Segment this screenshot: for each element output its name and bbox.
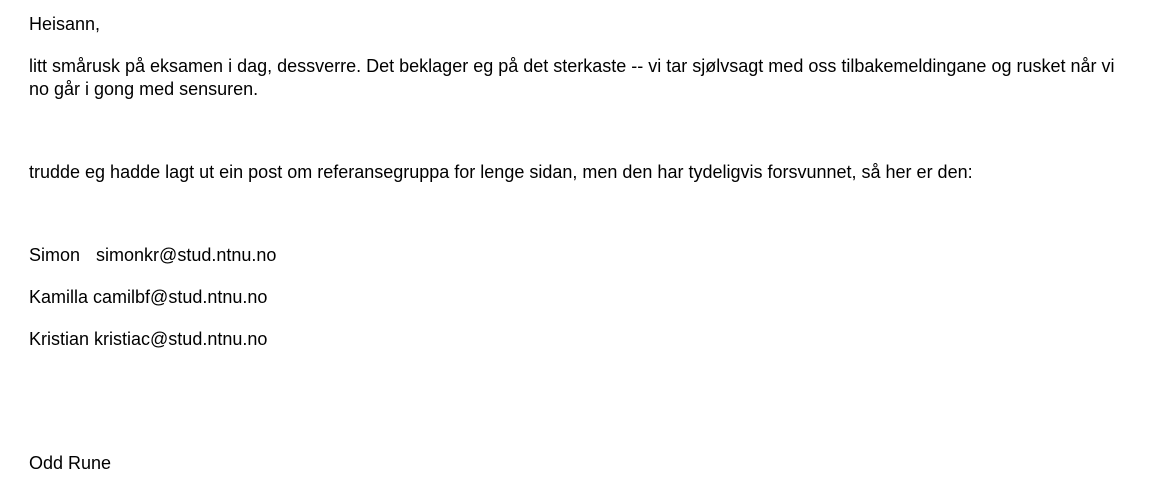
contact-name: Kamilla — [29, 287, 89, 307]
contact-kamilla: Kamilla camilbf@stud.ntnu.no — [29, 286, 267, 309]
contact-email: camilbf@stud.ntnu.no — [93, 287, 268, 307]
contact-email: kristiac@stud.ntnu.no — [94, 329, 268, 349]
signature: Odd Rune — [29, 453, 112, 473]
reference-group-intro: trudde eg hadde lagt ut ein post om refe… — [29, 162, 973, 182]
contact-name: Simon — [29, 245, 81, 265]
greeting: Heisann, — [29, 14, 101, 34]
contact-name: Kristian — [29, 329, 90, 349]
contact-simon: Simon simonkr@stud.ntnu.no — [29, 244, 276, 267]
contact-kristian: Kristian kristiac@stud.ntnu.no — [29, 328, 267, 351]
apology-line-2: no går i gong med sensuren. — [29, 79, 259, 99]
contact-email: simonkr@stud.ntnu.no — [96, 245, 277, 265]
apology-line-1: litt smårusk på eksamen i dag, dessverre… — [29, 56, 1115, 76]
